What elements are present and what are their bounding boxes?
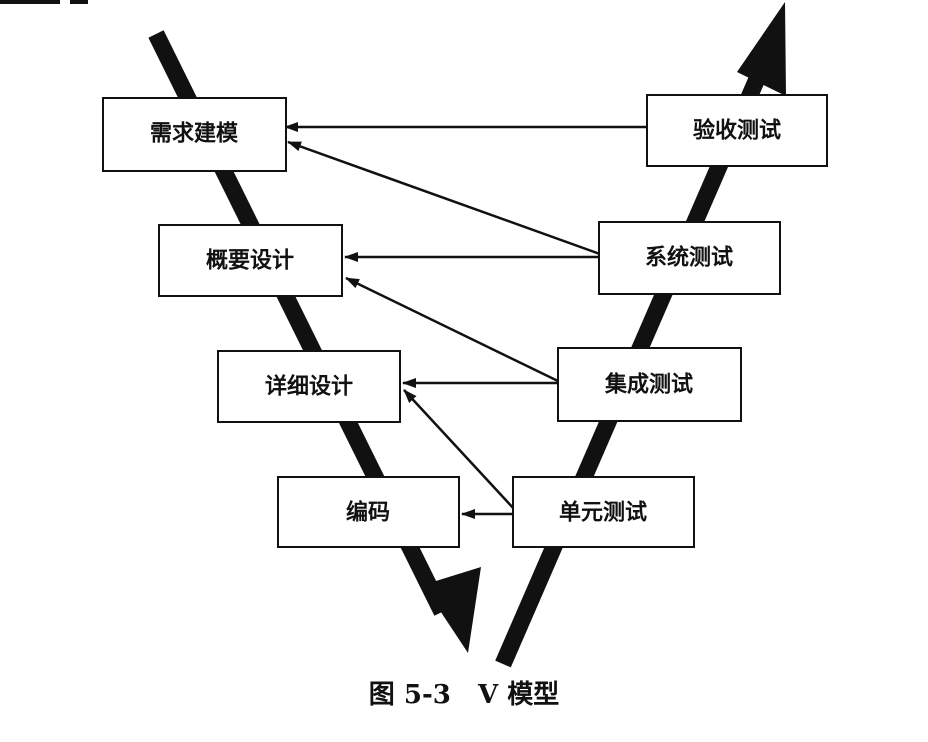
unit-testing-box: 单元测试 (512, 476, 695, 548)
unit-testing-label: 单元测试 (559, 501, 647, 526)
requirements-modeling-label: 需求建模 (150, 122, 239, 147)
integration-testing-label: 集成测试 (604, 372, 693, 398)
detailed-design-label: 详细设计 (265, 374, 353, 400)
acceptance-testing-box: 验收测试 (646, 94, 828, 167)
detailed-design-box: 详细设计 (217, 350, 401, 423)
acceptance-testing-label: 验收测试 (693, 118, 781, 144)
integration-testing-box: 集成测试 (557, 347, 742, 422)
system-testing-label: 系统测试 (645, 245, 733, 271)
coding-label: 编码 (346, 500, 390, 526)
figure-caption: 图 5-3 V 模型 (368, 680, 560, 710)
v-model-diagram: 需求建模 概要设计 详细设计 编码 验收测试 系统测试 集成测试 单元测试 (102, 2, 828, 668)
coding-box: 编码 (277, 476, 460, 548)
high-level-design-label: 概要设计 (206, 248, 294, 274)
system-testing-box: 系统测试 (598, 221, 781, 295)
requirements-modeling-box: 需求建模 (102, 97, 287, 172)
high-level-design-box: 概要设计 (158, 224, 343, 297)
